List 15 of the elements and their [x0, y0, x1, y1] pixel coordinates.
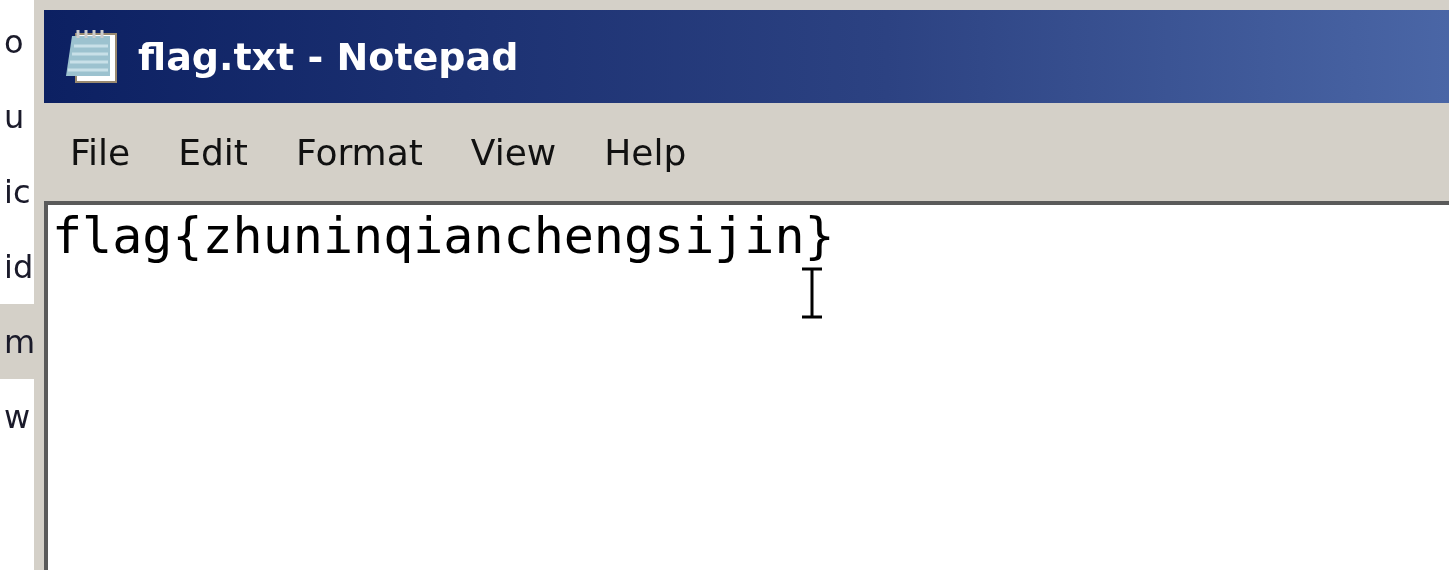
menu-item[interactable]: Format — [295, 131, 423, 173]
document-text: flag{zhuninqianchengsijin} — [52, 209, 836, 264]
text-area[interactable]: flag{zhuninqianchengsijin} — [44, 201, 1449, 570]
list-item[interactable]: w — [0, 379, 34, 454]
menu-item[interactable]: Help — [604, 131, 687, 173]
menu-item[interactable]: Edit — [178, 131, 248, 173]
list-item[interactable]: m — [0, 304, 34, 379]
menu-item[interactable]: View — [470, 131, 557, 173]
list-item[interactable]: u — [0, 79, 34, 154]
list-item[interactable]: ic — [0, 154, 34, 229]
window-title: flag.txt - Notepad — [138, 34, 519, 79]
text-cursor-icon — [800, 267, 824, 319]
list-item[interactable]: id — [0, 229, 34, 304]
list-item[interactable]: o — [0, 4, 34, 79]
menu-item[interactable]: File — [70, 131, 131, 173]
